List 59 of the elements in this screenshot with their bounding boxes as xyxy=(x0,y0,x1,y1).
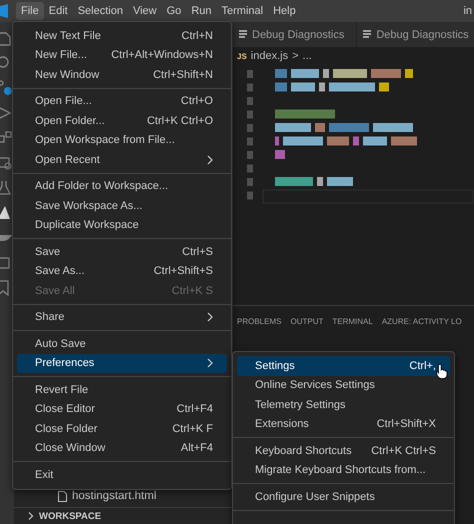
menu-item[interactable]: New File... Ctrl+Alt+Windows+N xyxy=(17,46,227,65)
menu-item[interactable]: Open File... Ctrl+O xyxy=(17,92,227,111)
menu-bar-item[interactable]: Terminal xyxy=(216,2,268,20)
window-title: in xyxy=(463,5,473,17)
hand-cursor-icon xyxy=(436,364,448,379)
menu-item[interactable]: Open Workspace from File... xyxy=(17,130,227,150)
panel-tab[interactable]: TERMINAL xyxy=(332,316,373,326)
menu-item[interactable]: Keyboard Shortcuts Ctrl+K Ctrl+S xyxy=(237,441,450,460)
menu-item[interactable]: Duplicate Workspace xyxy=(17,216,227,235)
menu-item[interactable]: New Window Ctrl+Shift+N xyxy=(17,65,227,84)
menu-item[interactable]: Extensions Ctrl+Shift+X xyxy=(237,414,450,434)
remote-icon xyxy=(0,155,12,171)
panel-tab[interactable]: OUTPUT xyxy=(290,316,324,326)
menu-item[interactable]: Telemetry Settings xyxy=(237,395,450,414)
breadcrumb-item[interactable]: ... xyxy=(302,50,312,62)
editor-tab[interactable]: Debug Diagnostics xyxy=(357,22,474,47)
js-file-icon: JS xyxy=(237,52,247,60)
menu-item[interactable]: Open Recent xyxy=(17,150,227,170)
menu-bar-item[interactable]: Help xyxy=(268,2,301,20)
window-icon xyxy=(0,255,12,271)
menu-item[interactable]: Save Workspace As... xyxy=(17,196,227,216)
document-icon xyxy=(363,30,372,39)
menu-item[interactable]: Close Folder Ctrl+K F xyxy=(17,419,227,438)
menu-item[interactable]: Settings Ctrl+, xyxy=(237,356,450,376)
editor-tab[interactable]: Debug Diagnostics xyxy=(233,22,358,47)
menu-item[interactable]: Online Services Settings xyxy=(237,376,450,395)
menu-item[interactable]: Configure User Snippets xyxy=(237,487,450,506)
menu-bar-item[interactable]: Edit xyxy=(44,2,73,20)
menu-item[interactable]: Share xyxy=(17,308,227,327)
menu-item[interactable]: Revert File xyxy=(17,380,227,400)
menu-item[interactable]: Exit xyxy=(17,465,227,484)
menu-item[interactable]: Auto Save xyxy=(17,334,227,354)
file-icon xyxy=(58,490,67,502)
menu-item[interactable]: Open Folder... Ctrl+K Ctrl+O xyxy=(17,111,227,130)
menu-item[interactable]: Close Editor Ctrl+F4 xyxy=(17,400,227,419)
panel-tab[interactable]: PROBLEMS xyxy=(237,316,282,326)
files-icon xyxy=(0,30,12,46)
menu-item[interactable]: Preferences xyxy=(17,354,227,373)
menu-bar-item[interactable]: Selection xyxy=(72,2,128,20)
panel-tab[interactable]: AZURE: ACTIVITY LO xyxy=(382,316,462,326)
menu-item[interactable]: Add Folder to Workspace... xyxy=(17,176,227,196)
menu-item[interactable]: Save As... Ctrl+Shift+S xyxy=(17,262,227,281)
section-header[interactable]: WORKSPACE xyxy=(14,507,232,524)
menu-bar-item[interactable]: Go xyxy=(162,2,186,20)
breadcrumb-separator: > xyxy=(292,50,299,62)
logo-icon xyxy=(0,4,8,18)
menu-bar-item[interactable]: Run xyxy=(186,2,216,20)
menu-bar-item[interactable]: File xyxy=(16,2,44,20)
menu-bar-item[interactable]: View xyxy=(128,2,162,20)
menu-item[interactable]: Close Window Alt+F4 xyxy=(17,438,227,458)
menu-item[interactable]: Save Ctrl+S xyxy=(17,242,227,262)
run-debug-icon xyxy=(0,105,12,121)
source-control-icon xyxy=(0,80,12,96)
flask-icon xyxy=(0,180,12,196)
menu-item[interactable]: New Text File Ctrl+N xyxy=(17,26,227,46)
breadcrumb-file[interactable]: index.js xyxy=(250,50,288,62)
file-tree-item[interactable]: hostingstart.html xyxy=(14,488,232,504)
document-icon xyxy=(239,30,247,39)
menu-item[interactable]: Migrate Keyboard Shortcuts from... xyxy=(237,460,450,480)
